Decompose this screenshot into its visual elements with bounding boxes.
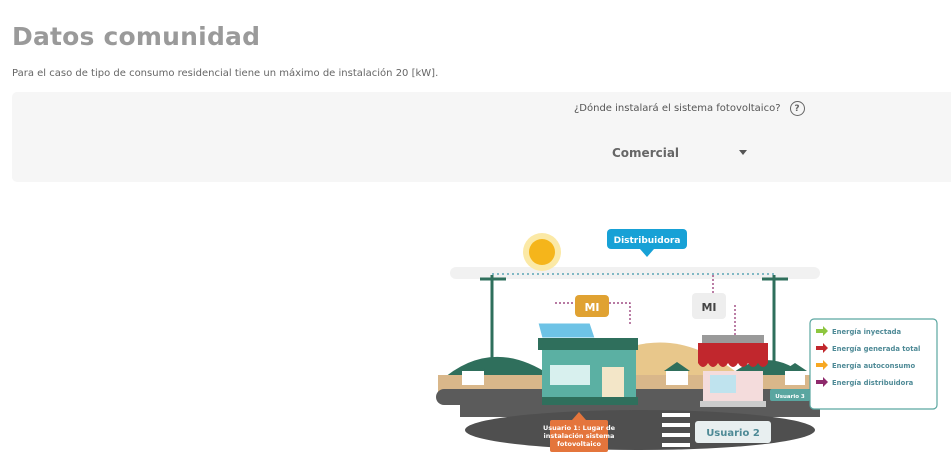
- meter-1-label: MI: [584, 301, 599, 314]
- installation-question: ¿Dónde instalará el sistema fotovoltaico…: [574, 101, 805, 116]
- user-2-label: Usuario 2: [706, 428, 760, 439]
- installation-select-value: Comercial: [612, 146, 680, 160]
- community-energy-illustration: Distribuidora MI MI Usuario 3 Usuario 1:…: [436, 229, 938, 452]
- legend-label-injected: Energía inyectada: [832, 328, 902, 336]
- installation-question-label: ¿Dónde instalará el sistema fotovoltaico…: [574, 103, 781, 114]
- installation-panel: ¿Dónde instalará el sistema fotovoltaico…: [12, 92, 951, 182]
- legend-label-selfconsumption: Energía autoconsumo: [832, 362, 915, 370]
- meter-2-label: MI: [701, 301, 716, 314]
- legend-label-distributor: Energía distribuidora: [832, 379, 914, 387]
- user-1-label-line2: instalación sistema: [544, 432, 615, 440]
- installation-select[interactable]: Comercial: [612, 142, 752, 164]
- page-title: Datos comunidad: [12, 22, 261, 51]
- distributor-label: Distribuidora: [614, 236, 681, 246]
- page-subtitle: Para el caso de tipo de consumo residenc…: [12, 68, 439, 79]
- chevron-down-icon: [739, 150, 747, 155]
- legend-label-generated: Energía generada total: [832, 345, 920, 353]
- question-circle-icon[interactable]: ?: [789, 101, 805, 116]
- user-3-label: Usuario 3: [775, 394, 805, 400]
- energy-legend: Energía inyectada Energía generada total…: [809, 318, 938, 410]
- user-1-label-line1: Usuario 1: Lugar de: [543, 424, 616, 432]
- user-1-label-line3: fotovoltaico: [557, 440, 601, 448]
